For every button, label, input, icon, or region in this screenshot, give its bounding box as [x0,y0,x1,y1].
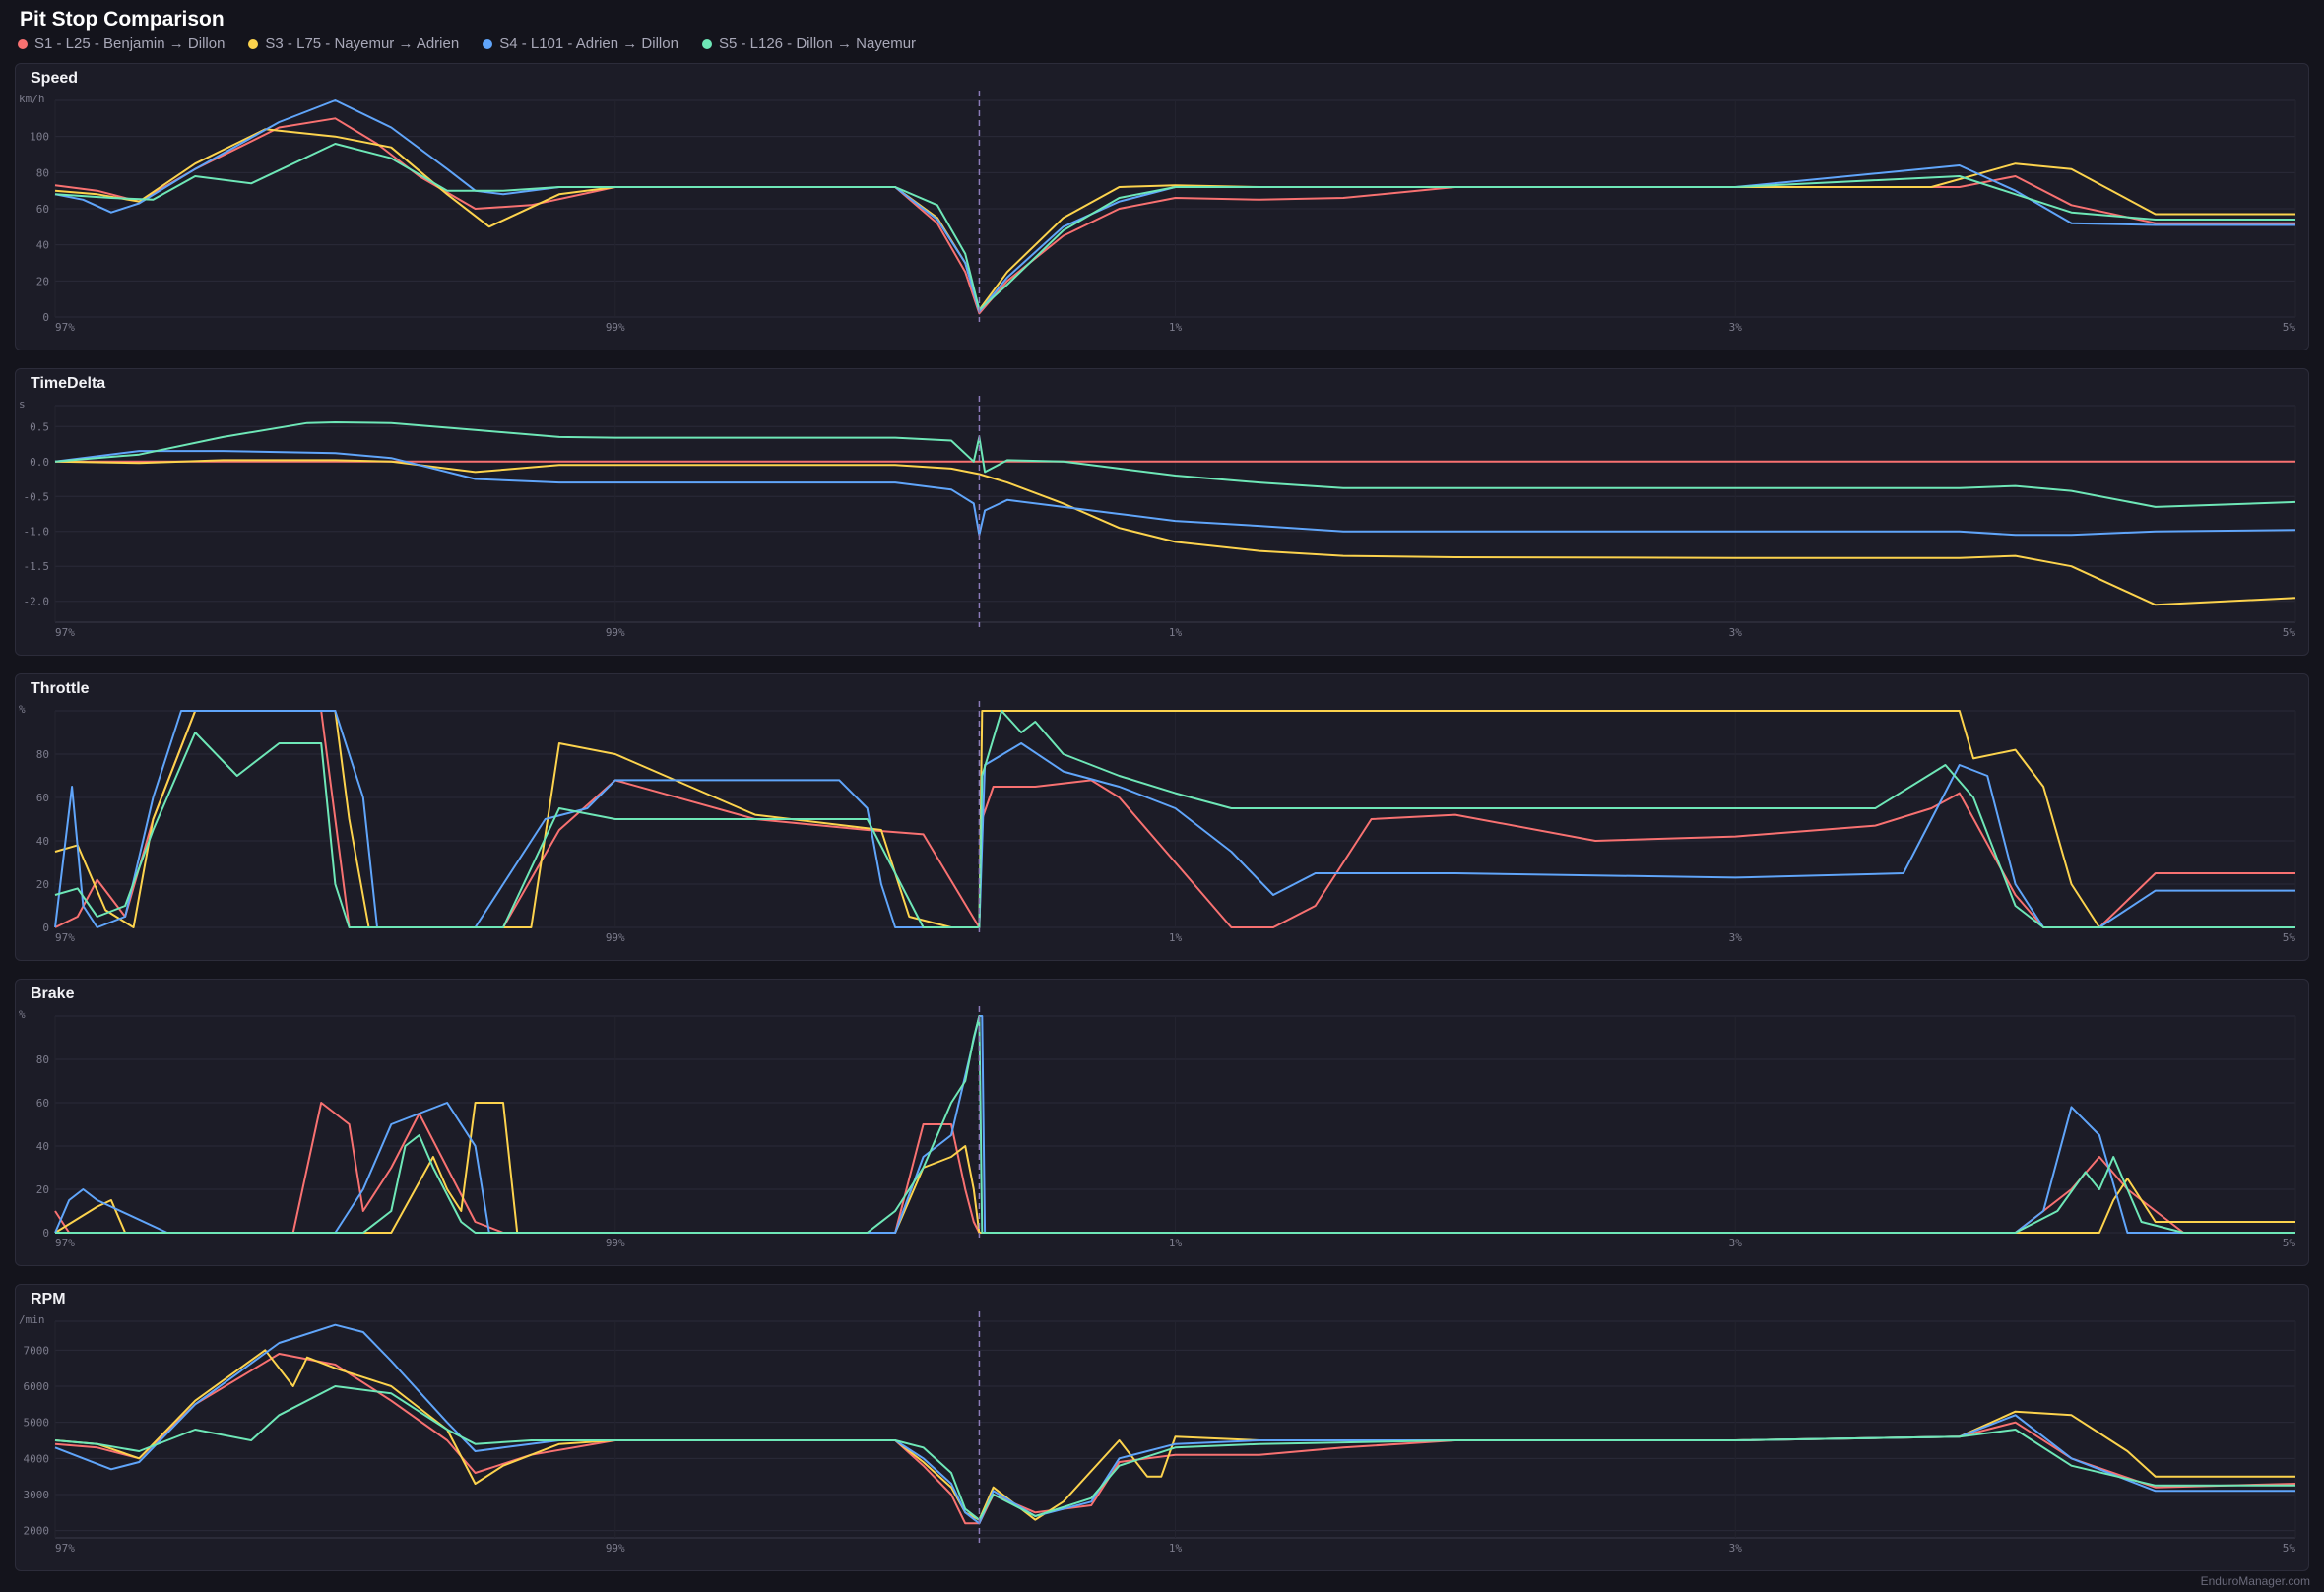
y-tick-label: 60 [36,792,49,804]
x-tick-label: 3% [1729,321,1743,334]
y-unit-label: % [19,1008,26,1021]
x-tick-label: 3% [1729,1542,1743,1555]
x-tick-label: 3% [1729,626,1743,639]
y-unit-label: s [19,398,26,411]
x-tick-label: 97% [55,321,75,334]
y-tick-label: 100 [30,131,49,144]
y-tick-label: 4000 [24,1452,50,1465]
y-unit-label: km/h [19,93,45,105]
x-tick-label: 99% [606,1542,625,1555]
speed-panel: Speed 0 20 40 60 80 100 km/h 97% 99% 1% 3% 5% [15,63,2309,350]
x-tick-label: 1% [1169,626,1183,639]
y-tick-label: 0.0 [30,456,49,469]
legend: S1 - L25 - Benjamin → Dillon S3 - L75 - … [18,35,916,52]
y-tick-label: 40 [36,1140,49,1153]
speed-chart[interactable]: 0 20 40 60 80 100 km/h 97% 99% 1% 3% 5% [16,64,2310,351]
y-tick-label: 0 [42,922,49,934]
throttle-panel: Throttle 0 20 40 60 80% 97% 99% 1% 3% 5% [15,673,2309,961]
legend-dot-s3 [248,38,259,49]
y-tick-label: 60 [36,203,49,216]
footer-credit: EnduroManager.com [2200,1574,2310,1588]
legend-label-s1: S1 - L25 - Benjamin → Dillon [34,35,226,52]
legend-item-s4[interactable]: S4 - L101 - Adrien → Dillon [483,35,678,52]
x-tick-label: 97% [55,931,75,944]
y-tick-label: -1.0 [24,526,50,539]
y-tick-label: 80 [36,166,49,179]
y-tick-label: 80 [36,748,49,761]
legend-label-s3: S3 - L75 - Nayemur → Adrien [265,35,460,52]
x-tick-label: 1% [1169,931,1183,944]
legend-item-s3[interactable]: S3 - L75 - Nayemur → Adrien [248,35,459,52]
legend-dot-s1 [18,38,28,49]
y-tick-label: 0 [42,311,49,324]
timedelta-chart[interactable]: -2.0 -1.5 -1.0 -0.5 0.0 0.5 s 97% 99% 1% 3% 5% [16,369,2310,657]
legend-label-s5: S5 - L126 - Dillon → Nayemur [718,35,917,52]
throttle-chart[interactable]: 0 20 40 60 80% 97% 99% 1% 3% 5% [16,674,2310,962]
y-tick-label: -0.5 [24,490,50,503]
y-tick-label: 2000 [24,1525,50,1538]
y-tick-label: 40 [36,835,49,848]
x-tick-label: 99% [606,626,625,639]
page-title: Pit Stop Comparison [20,8,225,31]
y-tick-label: -1.5 [24,560,50,573]
rpm-chart[interactable]: 2000 3000 4000 5000 6000 7000/min 97% 99% 1% 3% 5% [16,1285,2310,1572]
x-tick-label: 99% [606,1237,625,1249]
x-tick-label: 97% [55,1237,75,1249]
legend-item-s1[interactable]: S1 - L25 - Benjamin → Dillon [18,35,225,52]
rpm-panel: RPM 2000 3000 4000 5000 6000 7000/min 97% 99% 1%… [15,1284,2309,1571]
x-tick-label: 5% [2283,1542,2296,1555]
legend-dot-s5 [701,38,712,49]
x-tick-label: 5% [2283,321,2296,334]
y-tick-label: -2.0 [24,596,50,608]
brake-panel: Brake 0 20 40 60 80% 97% 99% 1% 3% 5% [15,979,2309,1266]
y-unit-label: /min [19,1313,45,1326]
y-tick-label: 80 [36,1053,49,1066]
x-tick-label: 1% [1169,321,1183,334]
y-tick-label: 60 [36,1097,49,1110]
y-unit-label: % [19,703,26,716]
legend-label-s4: S4 - L101 - Adrien → Dillon [499,35,678,52]
brake-chart[interactable]: 0 20 40 60 80% 97% 99% 1% 3% 5% [16,980,2310,1267]
x-tick-label: 99% [606,321,625,334]
x-tick-label: 1% [1169,1542,1183,1555]
x-tick-label: 5% [2283,1237,2296,1249]
x-tick-label: 5% [2283,626,2296,639]
y-tick-label: 20 [36,878,49,891]
y-tick-label: 0 [42,1227,49,1240]
y-tick-label: 40 [36,239,49,252]
x-tick-label: 5% [2283,931,2296,944]
x-tick-label: 97% [55,626,75,639]
y-tick-label: 6000 [24,1380,50,1393]
y-tick-label: 3000 [24,1489,50,1501]
x-tick-label: 99% [606,931,625,944]
legend-item-s5[interactable]: S5 - L126 - Dillon → Nayemur [701,35,917,52]
timedelta-panel: TimeDelta -2.0 -1.5 -1.0 -0.5 0.0 0.5 s 97% 99% 1… [15,368,2309,656]
legend-dot-s4 [483,38,493,49]
x-tick-label: 3% [1729,931,1743,944]
x-tick-label: 97% [55,1542,75,1555]
y-tick-label: 20 [36,275,49,287]
y-tick-label: 5000 [24,1417,50,1430]
y-tick-label: 0.5 [30,420,49,433]
y-tick-label: 7000 [24,1344,50,1357]
x-tick-label: 1% [1169,1237,1183,1249]
y-tick-label: 20 [36,1183,49,1196]
x-tick-label: 3% [1729,1237,1743,1249]
